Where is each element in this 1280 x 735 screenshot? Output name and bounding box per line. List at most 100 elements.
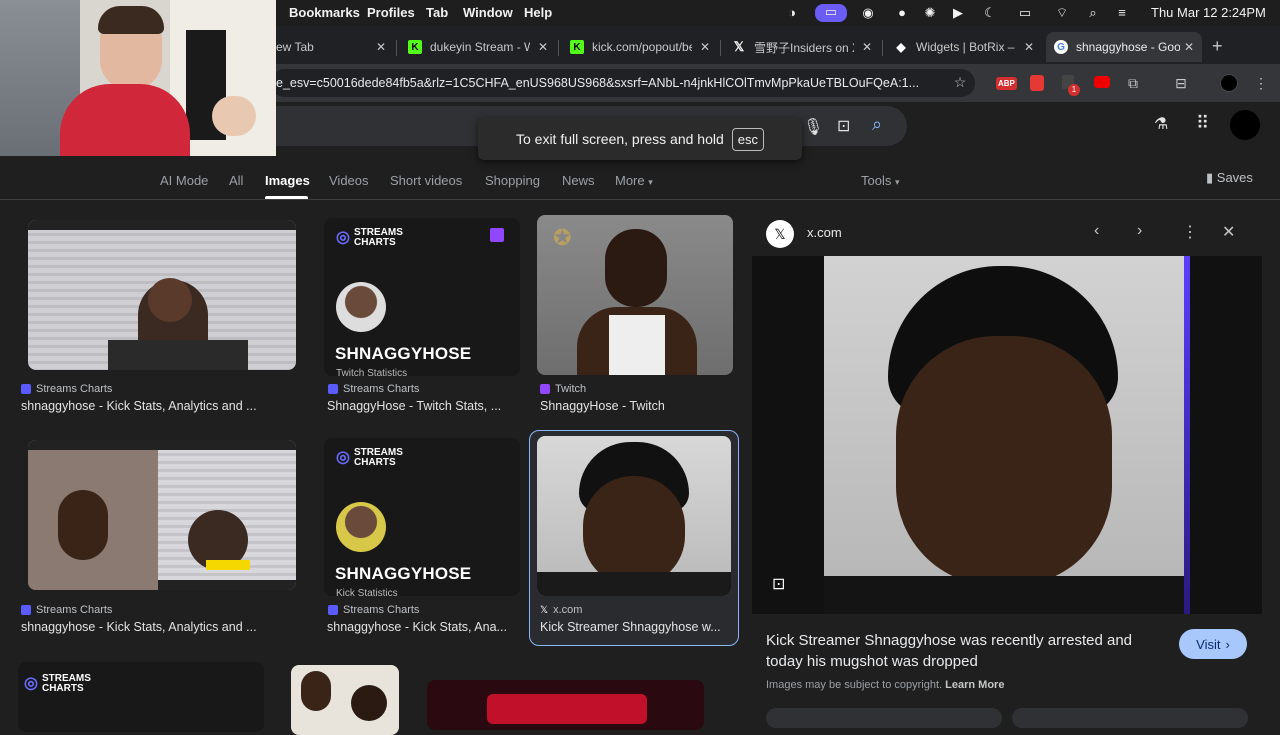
menubar-clock[interactable]: Thu Mar 12 2:24PM <box>1151 5 1266 20</box>
labs-flask-icon[interactable]: ⚗ <box>1154 114 1168 134</box>
screen-record-icon[interactable]: ▭ <box>815 4 847 22</box>
more-options-icon[interactable]: ⋮ <box>1182 222 1198 242</box>
tab-videos[interactable]: Videos <box>329 173 369 188</box>
bookmark-star-icon[interactable]: ☆ <box>951 73 969 91</box>
chevron-left-icon[interactable]: ‹ <box>1094 222 1099 240</box>
result-caption-4[interactable]: shnaggyhose - Kick Stats, Analytics and … <box>21 620 257 634</box>
saves-button[interactable]: ▮ Saves <box>1206 170 1253 186</box>
url-text[interactable]: e_esv=c50016dede84fb5a&rlz=1C5CHFA_enUS9… <box>276 76 946 90</box>
close-icon[interactable]: ✕ <box>700 40 710 54</box>
close-icon[interactable]: ✕ <box>1184 40 1194 54</box>
learn-more-link[interactable]: Learn More <box>945 679 1004 691</box>
close-icon[interactable]: ✕ <box>538 40 548 54</box>
white-tank-top <box>609 315 665 375</box>
tab-kick-popout[interactable]: K kick.com/popout/be ✕ <box>570 32 718 62</box>
menu-help[interactable]: Help <box>524 5 552 20</box>
result-thumbnail-3[interactable]: ✪ <box>537 215 733 375</box>
share-button[interactable] <box>766 708 1002 728</box>
result-source-3[interactable]: Twitch <box>540 383 586 395</box>
result-thumbnail-6[interactable] <box>537 436 731 596</box>
youtube-extension-icon[interactable] <box>1094 76 1110 88</box>
kebab-menu-icon[interactable]: ⋮ <box>1252 74 1270 92</box>
result-source-6[interactable]: 𝕏 x.com <box>540 604 582 616</box>
tab-insiders-on-x[interactable]: 𝕏 雪野子Insiders on X ✕ <box>732 32 880 62</box>
close-icon[interactable]: ✕ <box>862 40 872 54</box>
result-caption-6[interactable]: Kick Streamer Shnaggyhose w... <box>540 620 721 634</box>
wifi-icon[interactable]: ⌔ <box>1054 5 1070 21</box>
preview-title[interactable]: Kick Streamer Shnaggyhose was recently a… <box>766 630 1166 672</box>
moon-icon[interactable]: ☾ <box>982 5 998 21</box>
search-icon[interactable]: ⌕ <box>872 114 882 135</box>
profile-avatar[interactable] <box>1220 74 1238 92</box>
close-icon[interactable]: ✕ <box>376 40 386 54</box>
overlay-sticker <box>206 560 250 570</box>
tab-all[interactable]: All <box>229 173 243 188</box>
sync-status-icon[interactable]: ✺ <box>922 5 938 21</box>
result-thumbnail-9[interactable] <box>427 680 704 730</box>
result-thumbnail-1[interactable] <box>28 220 296 370</box>
address-bar[interactable]: e_esv=c50016dede84fb5a&rlz=1C5CHFA_enUS9… <box>270 69 975 97</box>
menu-window[interactable]: Window <box>463 5 513 20</box>
control-center-icon[interactable]: ≡ <box>1114 5 1130 21</box>
visit-label: Visit <box>1196 636 1221 652</box>
result-source-5[interactable]: Streams Charts <box>328 604 419 616</box>
result-thumbnail-7[interactable]: ◎ STREAMS CHARTS <box>18 662 264 732</box>
tab-more-label: More <box>615 173 645 188</box>
close-icon[interactable]: ✕ <box>1024 40 1034 54</box>
account-avatar[interactable] <box>1230 110 1260 140</box>
result-source-1[interactable]: Streams Charts <box>21 383 112 395</box>
tab-dukeyin-stream[interactable]: K dukeyin Stream - W ✕ <box>408 32 556 62</box>
grammarly-icon[interactable]: ● <box>894 5 910 21</box>
menu-profiles[interactable]: Profiles <box>367 5 415 20</box>
tab-ai-mode[interactable]: AI Mode <box>160 173 208 188</box>
tab-new-tab[interactable]: ew Tab ✕ <box>276 32 394 62</box>
close-icon[interactable]: ✕ <box>1222 222 1235 242</box>
google-lens-icon[interactable]: ⊡ <box>772 574 785 594</box>
chrome-status-icon[interactable]: ◉ <box>860 5 876 21</box>
tab-images[interactable]: Images <box>265 173 310 188</box>
tab-shopping[interactable]: Shopping <box>485 173 540 188</box>
tab-botrix-widgets[interactable]: ◆ Widgets | BotRix – ✕ <box>894 32 1042 62</box>
mic-icon[interactable]: 🎙 <box>803 117 823 137</box>
visit-button[interactable]: Visit › <box>1179 629 1247 659</box>
lens-camera-icon[interactable]: ⊡ <box>837 116 850 136</box>
result-source-2[interactable]: Streams Charts <box>328 383 419 395</box>
play-status-icon[interactable]: ▶ <box>950 5 966 21</box>
result-caption-2[interactable]: ShnaggyHose - Twitch Stats, ... <box>327 399 501 413</box>
cloud-status-icon[interactable]: ◑ <box>784 5 800 21</box>
result-thumbnail-2[interactable]: ◎ STREAMS CHARTS SHNAGGYHOSE Twitch Stati… <box>324 218 520 376</box>
extension-badge: 1 <box>1068 84 1080 96</box>
adblock-plus-icon[interactable]: ABP <box>996 77 1017 90</box>
extensions-puzzle-icon[interactable]: ⧉ <box>1124 74 1142 92</box>
extension-hand-icon[interactable] <box>1030 75 1044 91</box>
person-left <box>301 671 331 711</box>
result-thumbnail-4[interactable] <box>28 440 296 590</box>
menu-bookmarks[interactable]: Bookmarks <box>289 5 360 20</box>
result-caption-1[interactable]: shnaggyhose - Kick Stats, Analytics and … <box>21 399 257 413</box>
save-button[interactable] <box>1012 708 1248 728</box>
logo-line-2: CHARTS <box>353 457 396 468</box>
spotlight-search-icon[interactable]: ⌕ <box>1085 5 1101 21</box>
preview-source[interactable]: x.com <box>807 225 842 240</box>
result-caption-5[interactable]: shnaggyhose - Kick Stats, Ana... <box>327 620 507 634</box>
chevron-right-icon[interactable]: › <box>1137 222 1142 240</box>
streams-charts-logo: ◎ STREAMS CHARTS <box>336 228 403 248</box>
tab-shnaggyhose-google[interactable]: G shnaggyhose - Goo ✕ <box>1046 32 1202 62</box>
x-favicon: 𝕏 <box>540 604 549 616</box>
menu-tab[interactable]: Tab <box>426 5 448 20</box>
streams-charts-logo: ◎ STREAMS CHARTS <box>24 674 91 694</box>
battery-icon[interactable]: ▭ <box>1014 5 1036 21</box>
result-caption-3[interactable]: ShnaggyHose - Twitch <box>540 399 665 413</box>
apps-grid-icon[interactable]: ⠿ <box>1196 113 1209 134</box>
tab-separator <box>720 40 721 56</box>
tab-more[interactable]: More ▾ <box>615 173 653 188</box>
tab-search-icon[interactable]: ⊟ <box>1172 74 1190 92</box>
result-source-4[interactable]: Streams Charts <box>21 604 112 616</box>
tab-news[interactable]: News <box>562 173 595 188</box>
new-tab-button[interactable]: + <box>1212 36 1223 57</box>
result-thumbnail-8[interactable] <box>291 665 399 735</box>
preview-image-frame[interactable]: ⊡ <box>752 256 1262 614</box>
tab-short-videos[interactable]: Short videos <box>390 173 462 188</box>
result-thumbnail-5[interactable]: ◎ STREAMS CHARTS SHNAGGYHOSE Kick Statist… <box>324 438 520 596</box>
tools-button[interactable]: Tools ▾ <box>861 173 900 188</box>
